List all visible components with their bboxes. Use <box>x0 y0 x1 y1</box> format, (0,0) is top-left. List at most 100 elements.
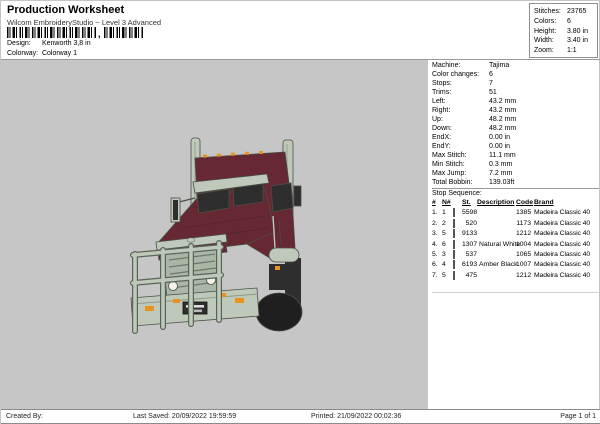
stop-sequence-table: # N# St. Description Code Brand 1. 1 559… <box>432 198 599 281</box>
seq-index: 4. <box>432 240 442 250</box>
stats-row: Height: 3.80 in <box>534 27 597 37</box>
machine-info-row: Max Jump: 7.2 mm <box>432 169 599 178</box>
machine-info-row: Total Bobbin: 139.03ft <box>432 178 599 187</box>
barcode-segment-2 <box>104 27 144 38</box>
seq-index: 1. <box>432 208 442 218</box>
colorway-row: Colorway: Colorway 1 <box>7 50 77 57</box>
stop-sequence-row: 1. 1 5598 1385 Madeira Classic 40 <box>432 208 599 218</box>
seq-stitches: 475 <box>462 271 477 281</box>
barcode-segment-1 <box>7 27 97 38</box>
stop-sequence-row: 2. 2 520 1173 Madeira Classic 40 <box>432 219 599 229</box>
design-row: Design: Kenworth 3,8 in <box>7 40 91 47</box>
seq-description: Amber Black <box>477 260 516 270</box>
machine-info-label: Stops: <box>432 79 489 88</box>
seq-code: 1007 <box>516 260 531 270</box>
colorway-value: Colorway 1 <box>42 50 77 57</box>
seq-needle: 3 <box>442 250 453 260</box>
seq-brand: Madeira Classic 40 <box>534 260 599 270</box>
machine-info-value: 48.2 mm <box>489 124 516 133</box>
page-title: Production Worksheet <box>7 4 124 16</box>
stats-value: 1:1 <box>567 47 577 54</box>
thread-color-swatch <box>453 250 462 260</box>
machine-info-row: Left: 43.2 mm <box>432 97 599 106</box>
machine-info-row: Down: 48.2 mm <box>432 124 599 133</box>
machine-info-value: 139.03ft <box>489 178 514 187</box>
machine-info-row: Machine: Tajima <box>432 61 599 70</box>
stop-sequence-row: 6. 4 6193 Amber Black 1007 Madeira Class… <box>432 260 599 270</box>
kenworth-truck-design <box>127 136 303 336</box>
seq-needle: 4 <box>442 260 453 270</box>
thread-color-swatch <box>453 219 462 229</box>
stats-label: Height: <box>534 27 565 37</box>
seq-index: 5. <box>432 250 442 260</box>
machine-info-label: Min Stitch: <box>432 160 489 169</box>
machine-info-panel: Machine: Tajima Color changes: 6 Stops: … <box>432 61 599 187</box>
machine-info-label: EndY: <box>432 142 489 151</box>
app-subtitle: Wilcom EmbroideryStudio ~ Level 3 Advanc… <box>7 18 161 27</box>
seq-brand: Madeira Classic 40 <box>534 271 599 281</box>
seq-brand: Madeira Classic 40 <box>534 208 599 218</box>
seq-stitches: 5598 <box>462 208 477 218</box>
machine-info-row: Min Stitch: 0.3 mm <box>432 160 599 169</box>
machine-info-value: 6 <box>489 70 493 79</box>
design-canvas <box>1 60 428 409</box>
design-stats-box: Stitches: 23765 Colors: 6 Height: 3.80 i… <box>529 3 598 58</box>
printed-text: Printed: 21/09/2022 00:02:36 <box>311 410 401 423</box>
page-number: Page 1 of 1 <box>560 410 596 423</box>
machine-info-value: 7.2 mm <box>489 169 512 178</box>
stats-value: 3.40 in <box>567 37 588 44</box>
machine-info-row: Color changes: 6 <box>432 70 599 79</box>
seq-stitches: 1307 <box>462 240 477 250</box>
machine-info-value: 48.2 mm <box>489 115 516 124</box>
stats-label: Zoom: <box>534 46 565 56</box>
machine-info-label: Left: <box>432 97 489 106</box>
seq-needle: 5 <box>442 229 453 239</box>
machine-info-value: 7 <box>489 79 493 88</box>
stats-value: 6 <box>567 18 571 25</box>
machine-info-row: Up: 48.2 mm <box>432 115 599 124</box>
machine-info-label: Total Bobbin: <box>432 178 489 187</box>
seq-brand: Madeira Classic 40 <box>534 219 599 229</box>
seq-description: Natural White <box>477 240 516 250</box>
seq-code: 1212 <box>516 229 531 239</box>
machine-info-label: Max Stitch: <box>432 151 489 160</box>
seq-index: 6. <box>432 260 442 270</box>
machine-info-label: Trims: <box>432 88 489 97</box>
seq-needle: 5 <box>442 271 453 281</box>
colorway-label: Colorway: <box>7 50 40 57</box>
machine-info-value: 51 <box>489 88 497 97</box>
machine-info-row: Stops: 7 <box>432 79 599 88</box>
seq-code: 1065 <box>516 250 531 260</box>
thread-color-swatch <box>453 208 462 218</box>
seq-index: 2. <box>432 219 442 229</box>
machine-info-label: Max Jump: <box>432 169 489 178</box>
thread-color-swatch <box>453 260 462 270</box>
col-n: N# <box>442 198 453 208</box>
created-by-label: Created By: <box>6 410 43 423</box>
machine-info-label: EndX: <box>432 133 489 142</box>
seq-stitches: 6193 <box>462 260 477 270</box>
last-saved-text: Last Saved: 20/09/2022 19:59:59 <box>133 410 236 423</box>
seq-code: 1173 <box>516 219 531 229</box>
stats-value: 3.80 in <box>567 28 588 35</box>
machine-info-value: Tajima <box>489 61 509 70</box>
design-label: Design: <box>7 40 40 47</box>
seq-brand: Madeira Classic 40 <box>534 250 599 260</box>
stats-value: 23765 <box>567 8 586 15</box>
stats-label: Colors: <box>534 17 565 27</box>
machine-info-label: Machine: <box>432 61 489 70</box>
col-description: Description <box>477 198 516 208</box>
machine-info-value: 0.00 in <box>489 133 510 142</box>
machine-info-value: 0.3 mm <box>489 160 512 169</box>
col-num: # <box>432 198 442 208</box>
seq-stitches: 9133 <box>462 229 477 239</box>
col-code: Code <box>516 198 531 208</box>
stop-sequence-title: Stop Sequence: <box>432 189 482 198</box>
stats-row: Zoom: 1:1 <box>534 46 597 56</box>
seq-code: 1212 <box>516 271 531 281</box>
machine-info-label: Up: <box>432 115 489 124</box>
machine-info-row: EndY: 0.00 in <box>432 142 599 151</box>
seq-needle: 2 <box>442 219 453 229</box>
stop-sequence-row: 5. 3 537 1065 Madeira Classic 40 <box>432 250 599 260</box>
thread-color-swatch <box>453 271 462 281</box>
